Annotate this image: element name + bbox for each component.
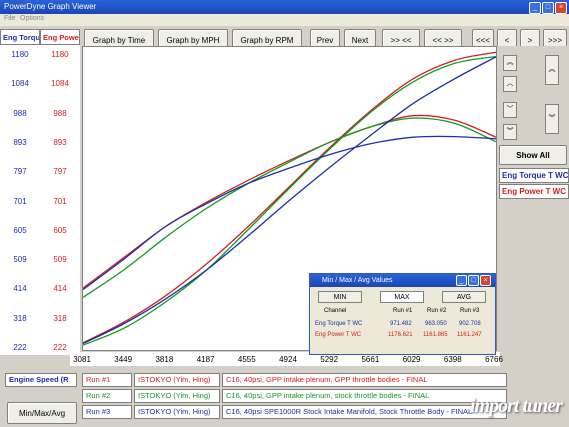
row-torque-run2: 963.050 bbox=[425, 321, 447, 327]
show-all-button[interactable]: Show All bbox=[499, 145, 567, 165]
min-tab[interactable]: MIN bbox=[318, 291, 362, 303]
x-tick: 3818 bbox=[155, 355, 174, 364]
power-tick: 797 bbox=[53, 167, 67, 177]
power-tick: 318 bbox=[53, 313, 67, 323]
run-description[interactable]: C16, 40psi, GPP intake plenum, stock thr… bbox=[222, 389, 507, 403]
max-tab[interactable]: MAX bbox=[380, 291, 424, 303]
scroll-down-double-icon[interactable]: ︾ bbox=[503, 124, 517, 140]
run-label[interactable]: Run #3 bbox=[82, 405, 132, 419]
power-tick: 1084 bbox=[51, 79, 69, 89]
x-tick: 3449 bbox=[114, 355, 133, 364]
legend-power[interactable]: Eng Power T WC bbox=[499, 184, 569, 199]
row-torque-run1: 971.482 bbox=[390, 321, 412, 327]
run-driver[interactable]: ISTOKYO (Yim, Hing) bbox=[134, 389, 220, 403]
row-power-run2: 1161.865 bbox=[423, 332, 448, 338]
power-axis-header[interactable]: Eng Power bbox=[40, 29, 80, 45]
row-torque-channel: Eng Torque T WC bbox=[315, 321, 363, 327]
torque-tick: 509 bbox=[13, 255, 27, 265]
torque-tick: 318 bbox=[13, 313, 27, 323]
x-tick: 5661 bbox=[361, 355, 380, 364]
series-line-5 bbox=[83, 135, 496, 291]
run-description[interactable]: C16, 40psi SPE1000R Stock Intake Manifol… bbox=[222, 405, 507, 419]
menu-options[interactable]: Options bbox=[20, 15, 44, 22]
run-driver[interactable]: ISTOKYO (Yim, Hing) bbox=[134, 405, 220, 419]
torque-tick: 988 bbox=[13, 108, 27, 118]
dialog-close-icon[interactable]: × bbox=[480, 275, 491, 286]
run-description[interactable]: C16, 40psi, GPP intake plenum, GPP throt… bbox=[222, 373, 507, 387]
torque-tick: 222 bbox=[13, 343, 27, 352]
torque-tick: 414 bbox=[13, 284, 27, 294]
engine-speed-label: Engine Speed (R bbox=[5, 373, 77, 387]
scroll-up-double-icon[interactable]: ︽ bbox=[503, 55, 517, 71]
min-max-avg-button[interactable]: Min/Max/Avg bbox=[7, 402, 77, 424]
legend-torque[interactable]: Eng Torque T WC bbox=[499, 168, 569, 183]
torque-tick: 1084 bbox=[11, 79, 29, 89]
torque-axis-header[interactable]: Eng Torque bbox=[0, 29, 40, 45]
scroll-right-up-icon[interactable]: ︽ bbox=[545, 55, 559, 85]
power-tick: 893 bbox=[53, 137, 67, 147]
x-tick: 5292 bbox=[320, 355, 339, 364]
power-tick: 1180 bbox=[51, 50, 69, 59]
series-line-3 bbox=[83, 117, 496, 298]
power-tick: 988 bbox=[53, 108, 67, 118]
maximize-icon[interactable]: □ bbox=[542, 2, 554, 14]
row-power-channel: Eng Power T WC bbox=[315, 332, 362, 338]
scroll-down-icon[interactable]: ﹀ bbox=[503, 102, 517, 118]
torque-tick: 605 bbox=[13, 225, 27, 235]
dialog-maximize-icon[interactable]: □ bbox=[468, 275, 479, 286]
x-tick: 4924 bbox=[279, 355, 297, 364]
minimize-icon[interactable]: _ bbox=[529, 2, 541, 14]
power-tick: 509 bbox=[53, 255, 67, 265]
torque-tick: 1180 bbox=[11, 50, 29, 59]
x-tick: 6398 bbox=[443, 355, 462, 364]
power-tick: 414 bbox=[53, 284, 67, 294]
power-tick: 605 bbox=[53, 225, 67, 235]
minmax-dialog: Min / Max / Avg Values _ □ × MIN MAX AVG… bbox=[309, 273, 496, 355]
avg-tab[interactable]: AVG bbox=[442, 291, 486, 303]
x-tick: 6766 bbox=[485, 355, 503, 364]
scroll-right-down-icon[interactable]: ︾ bbox=[545, 104, 559, 134]
x-tick: 4555 bbox=[237, 355, 256, 364]
power-tick: 222 bbox=[53, 343, 67, 352]
row-torque-run3: 902.708 bbox=[459, 321, 481, 327]
power-tick: 701 bbox=[53, 196, 67, 206]
torque-tick: 701 bbox=[13, 196, 27, 206]
run-label[interactable]: Run #1 bbox=[82, 373, 132, 387]
x-tick: 3081 bbox=[73, 355, 91, 364]
torque-tick: 893 bbox=[13, 137, 27, 147]
header-run3: Run #3 bbox=[460, 308, 480, 314]
header-run1: Run #1 bbox=[393, 308, 413, 314]
menu-bar: File Options bbox=[0, 14, 569, 26]
window-title: PowerDyne Graph Viewer bbox=[4, 2, 97, 11]
header-run2: Run #2 bbox=[427, 308, 447, 314]
series-line-1 bbox=[83, 114, 496, 289]
x-tick: 4187 bbox=[196, 355, 215, 364]
scroll-up-icon[interactable]: ︿ bbox=[503, 76, 517, 92]
watermark-logo: import tuner bbox=[470, 395, 563, 417]
x-tick: 6029 bbox=[402, 355, 421, 364]
torque-tick: 797 bbox=[13, 167, 27, 177]
run-driver[interactable]: ISTOKYO (Yim, Hing) bbox=[134, 373, 220, 387]
row-power-run1: 1176.621 bbox=[388, 332, 413, 338]
menu-file[interactable]: File bbox=[4, 15, 15, 22]
dialog-minimize-icon[interactable]: _ bbox=[456, 275, 467, 286]
title-bar: PowerDyne Graph Viewer _ □ × bbox=[0, 0, 569, 14]
header-channel: Channel bbox=[324, 308, 347, 314]
row-power-run3: 1161.247 bbox=[457, 332, 482, 338]
close-icon[interactable]: × bbox=[555, 2, 567, 14]
run-label[interactable]: Run #2 bbox=[82, 389, 132, 403]
